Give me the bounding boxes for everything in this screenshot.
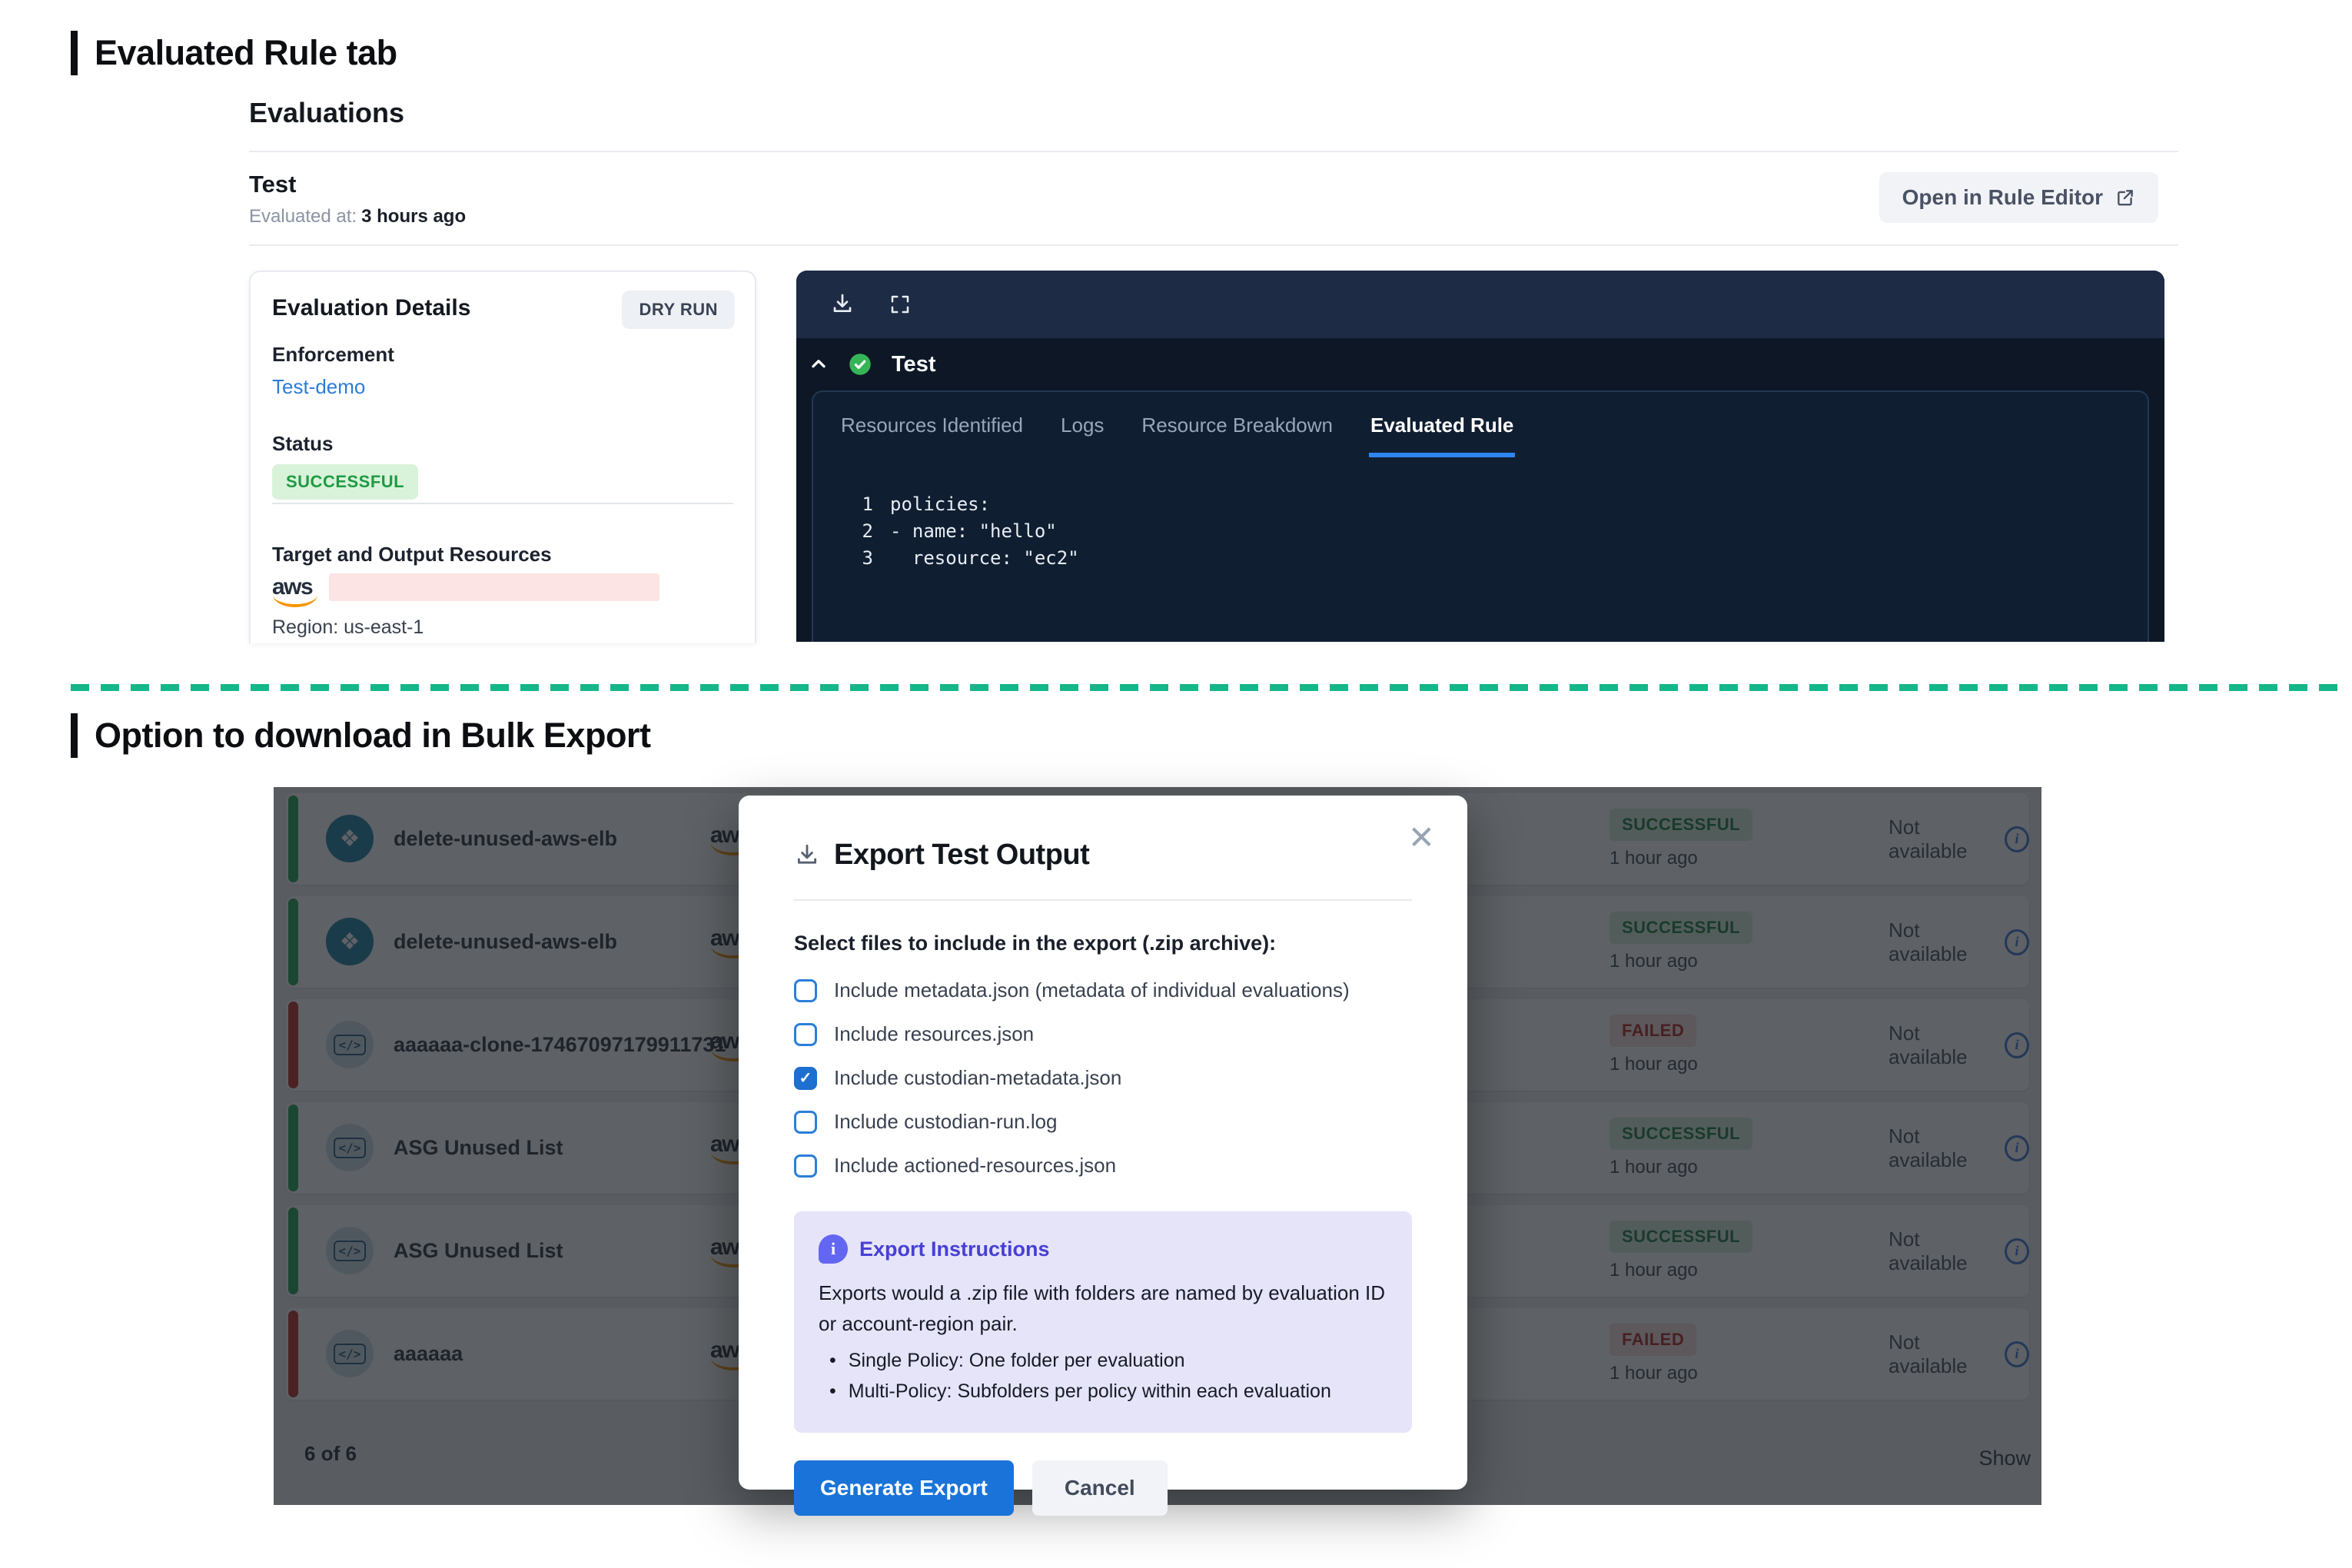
divider: [249, 244, 2178, 246]
divider: [272, 503, 733, 504]
code-line: 3 resource: "ec2": [853, 545, 2148, 572]
viewer-card: Resources Identified Logs Resource Break…: [812, 390, 2149, 642]
evaluated-at: Evaluated at:3 hours ago: [249, 206, 466, 228]
modal-buttons: Generate Export Cancel: [794, 1460, 1412, 1516]
code-line: 1 policies:: [853, 491, 2148, 518]
target-resources-label: Target and Output Resources: [272, 543, 552, 566]
checkbox-box[interactable]: ✓: [794, 1111, 817, 1134]
viewer-header: Test: [796, 338, 2164, 390]
checkbox-box[interactable]: ✓: [794, 979, 817, 1002]
evaluations-title: Evaluations: [249, 97, 404, 129]
bullet-text: Multi-Policy: Subfolders per policy with…: [849, 1376, 1331, 1407]
download-icon[interactable]: [830, 292, 855, 317]
open-in-rule-editor-label: Open in Rule Editor: [1902, 185, 2103, 210]
viewer-title: Test: [892, 352, 935, 377]
line-number: 3: [853, 545, 873, 572]
checkbox-custodian-run-log[interactable]: ✓ Include custodian-run.log: [794, 1110, 1412, 1134]
status-badge: SUCCESSFUL: [272, 464, 418, 500]
code-text: policies:: [890, 491, 990, 518]
check-circle-icon: [849, 353, 872, 376]
checkbox-label: Include resources.json: [834, 1022, 1034, 1046]
instructions-bullets: Single Policy: One folder per evaluation…: [819, 1345, 1387, 1407]
test-output-viewer: Test Resources Identified Logs Resource …: [796, 271, 2164, 642]
bullet-item: Single Policy: One folder per evaluation: [819, 1345, 1387, 1376]
aws-logo: aws: [272, 576, 312, 599]
instructions-title: Export Instructions: [859, 1237, 1050, 1261]
checkbox-list: ✓ Include metadata.json (metadata of ind…: [794, 978, 1412, 1178]
cancel-button[interactable]: Cancel: [1032, 1460, 1168, 1516]
select-files-label: Select files to include in the export (.…: [794, 932, 1412, 955]
code-text: resource: "ec2": [890, 545, 1079, 572]
instructions-body: Exports would a .zip file with folders a…: [819, 1277, 1387, 1339]
tab-resource-breakdown[interactable]: Resource Breakdown: [1140, 414, 1334, 457]
checkbox-custodian-metadata-json[interactable]: ✓ Include custodian-metadata.json: [794, 1066, 1412, 1090]
checkbox-resources-json[interactable]: ✓ Include resources.json: [794, 1022, 1412, 1046]
tab-resources-identified[interactable]: Resources Identified: [839, 414, 1025, 457]
checkbox-label: Include metadata.json (metadata of indiv…: [834, 978, 1350, 1002]
evaluation-name: Test: [249, 171, 296, 198]
target-resource-row: aws: [272, 573, 659, 601]
checkbox-actioned-resources-json[interactable]: ✓ Include actioned-resources.json: [794, 1154, 1412, 1178]
enforcement-label: Enforcement: [272, 343, 394, 367]
section-heading-evaluated-rule: Evaluated Rule tab: [71, 31, 397, 75]
checkbox-label: Include actioned-resources.json: [834, 1154, 1116, 1178]
region-text: Region: us-east-1: [272, 616, 424, 639]
checkbox-metadata-json[interactable]: ✓ Include metadata.json (metadata of ind…: [794, 978, 1412, 1002]
details-card-title: Evaluation Details: [272, 295, 470, 321]
generate-export-button[interactable]: Generate Export: [794, 1460, 1014, 1516]
bullet-item: Multi-Policy: Subfolders per policy with…: [819, 1376, 1387, 1407]
viewer-toolbar: [796, 271, 2164, 338]
code-line: 2 - name: "hello": [853, 518, 2148, 545]
chevron-up-icon[interactable]: [809, 354, 829, 374]
modal-header: Export Test Output: [794, 839, 1412, 872]
close-icon[interactable]: ✕: [1408, 822, 1435, 854]
divider: [794, 899, 1412, 901]
evaluated-at-value: 3 hours ago: [361, 206, 466, 227]
modal-title: Export Test Output: [834, 839, 1089, 872]
tab-evaluated-rule[interactable]: Evaluated Rule: [1369, 414, 1515, 457]
dashed-section-divider: [71, 684, 2340, 691]
checkbox-box[interactable]: ✓: [794, 1154, 817, 1178]
code-block: 1 policies: 2 - name: "hello" 3 resource: …: [813, 491, 2148, 572]
line-number: 1: [853, 491, 873, 518]
external-link-icon: [2115, 188, 2135, 208]
export-instructions-box: i Export Instructions Exports would a .z…: [794, 1211, 1412, 1433]
export-modal: ✕ Export Test Output Select files to inc…: [739, 796, 1467, 1490]
redacted-account-info: [329, 573, 659, 601]
section-heading-bulk-export: Option to download in Bulk Export: [71, 713, 650, 758]
checkbox-box[interactable]: ✓: [794, 1023, 817, 1046]
code-text: - name: "hello": [890, 518, 1057, 545]
checkbox-label: Include custodian-metadata.json: [834, 1066, 1121, 1090]
checkbox-box[interactable]: ✓: [794, 1067, 817, 1090]
instructions-header: i Export Instructions: [819, 1234, 1387, 1264]
fullscreen-icon[interactable]: [889, 293, 912, 316]
info-bubble-icon: i: [819, 1234, 848, 1264]
tab-logs[interactable]: Logs: [1059, 414, 1105, 457]
status-label: Status: [272, 432, 333, 456]
enforcement-link[interactable]: Test-demo: [272, 375, 365, 399]
dry-run-badge: DRY RUN: [622, 291, 735, 329]
viewer-tabs: Resources Identified Logs Resource Break…: [813, 392, 2148, 457]
download-icon: [794, 842, 820, 869]
evaluation-details-card: Evaluation Details DRY RUN Enforcement T…: [249, 271, 756, 643]
bulk-export-table: ❖ delete-unused-aws-elb aws SUCCESSFUL1 …: [274, 787, 2041, 1505]
evaluated-at-label: Evaluated at:: [249, 206, 357, 227]
bullet-text: Single Policy: One folder per evaluation: [849, 1345, 1185, 1376]
divider: [249, 151, 2178, 152]
checkbox-label: Include custodian-run.log: [834, 1110, 1058, 1134]
open-in-rule-editor-button[interactable]: Open in Rule Editor: [1879, 172, 2158, 223]
line-number: 2: [853, 518, 873, 545]
